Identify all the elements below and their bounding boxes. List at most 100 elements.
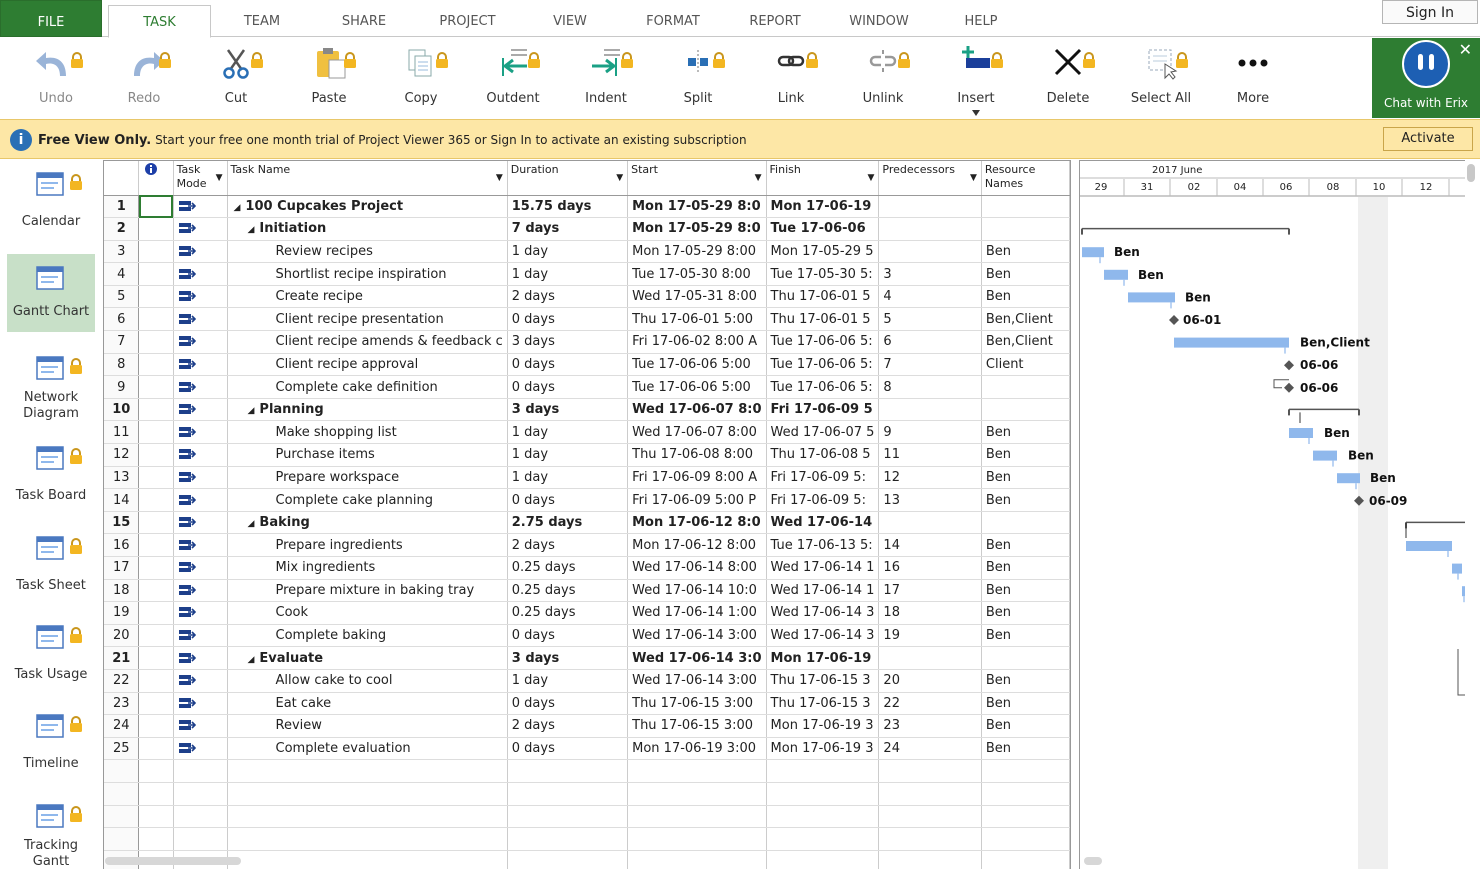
- row-number[interactable]: 15: [104, 511, 140, 535]
- sort-arrow-icon[interactable]: ▼: [616, 171, 623, 185]
- empty-cell[interactable]: [766, 827, 880, 851]
- empty-cell[interactable]: [766, 759, 880, 783]
- task-mode-cell[interactable]: [173, 195, 228, 219]
- task-name-cell[interactable]: ◢ Planning: [227, 398, 508, 422]
- chat-with-erix-panel[interactable]: ✕ Chat with Erix: [1372, 38, 1480, 118]
- finish-cell[interactable]: Thu 17-06-15 3: [766, 669, 880, 693]
- start-cell[interactable]: Wed 17-05-31 8:00: [627, 285, 767, 309]
- start-cell[interactable]: Fri 17-06-09 5:00 P: [627, 488, 767, 512]
- task-mode-cell[interactable]: [173, 330, 228, 354]
- empty-row[interactable]: [104, 850, 1070, 869]
- start-cell[interactable]: Wed 17-06-07 8:0: [627, 398, 767, 422]
- empty-cell[interactable]: [138, 782, 174, 806]
- indicator-cell[interactable]: [138, 601, 174, 625]
- task-mode-cell[interactable]: [173, 262, 228, 286]
- resource-names-cell[interactable]: Ben: [981, 669, 1070, 693]
- task-mode-cell[interactable]: [173, 556, 228, 580]
- indicator-cell[interactable]: [138, 195, 174, 219]
- empty-cell[interactable]: [507, 827, 629, 851]
- task-mode-cell[interactable]: [173, 217, 228, 241]
- row-number[interactable]: 11: [104, 420, 140, 445]
- row-number[interactable]: 14: [104, 488, 140, 512]
- duration-cell[interactable]: 1 day: [507, 669, 629, 693]
- task-mode-cell[interactable]: [173, 692, 228, 716]
- task-row[interactable]: 11 Make shopping list 1 day Wed 17-06-07 8:…: [104, 420, 1070, 445]
- task-row[interactable]: 15 ◢ Baking 2.75 days Mon 17-06-12 8:0 Wed 17…: [104, 511, 1070, 535]
- duration-cell[interactable]: 0.25 days: [507, 601, 629, 625]
- finish-cell[interactable]: Fri 17-06-09 5: [766, 398, 880, 422]
- duration-cell[interactable]: 2 days: [507, 714, 629, 738]
- task-name-cell[interactable]: Prepare mixture in baking tray: [227, 579, 508, 603]
- duration-cell[interactable]: 1 day: [507, 420, 629, 445]
- view-task-sheet[interactable]: Task Sheet: [7, 524, 95, 602]
- start-header[interactable]: Start ▼: [627, 161, 767, 196]
- start-cell[interactable]: Tue 17-06-06 5:00: [627, 353, 767, 377]
- start-cell[interactable]: Mon 17-06-19 3:00: [627, 737, 767, 761]
- start-cell[interactable]: Tue 17-05-30 8:00: [627, 262, 767, 286]
- view-gantt-chart[interactable]: Gantt Chart: [7, 254, 95, 332]
- predecessors-cell[interactable]: 4: [878, 285, 982, 309]
- finish-cell[interactable]: Thu 17-06-01 5: [766, 285, 880, 309]
- copy-button[interactable]: Copy: [375, 38, 467, 118]
- duration-cell[interactable]: 15.75 days: [507, 195, 629, 219]
- finish-cell[interactable]: Mon 17-06-19: [766, 195, 880, 219]
- predecessors-cell[interactable]: 18: [878, 601, 982, 625]
- predecessors-cell[interactable]: 5: [878, 307, 982, 332]
- empty-cell[interactable]: [981, 805, 1070, 829]
- row-number[interactable]: 24: [104, 714, 140, 738]
- resource-names-cell[interactable]: [981, 398, 1070, 422]
- task-mode-cell[interactable]: [173, 420, 228, 445]
- row-number[interactable]: 17: [104, 556, 140, 580]
- start-cell[interactable]: Tue 17-06-06 5:00: [627, 375, 767, 399]
- tab-share[interactable]: SHARE: [323, 0, 405, 37]
- duration-cell[interactable]: 3 days: [507, 646, 629, 670]
- indicator-cell[interactable]: [138, 307, 174, 332]
- resource-names-cell[interactable]: Ben: [981, 443, 1070, 467]
- task-name-cell[interactable]: Prepare ingredients: [227, 533, 508, 557]
- view-task-board[interactable]: Task Board: [7, 434, 95, 512]
- duration-cell[interactable]: 0.25 days: [507, 556, 629, 580]
- empty-cell[interactable]: [507, 759, 629, 783]
- finish-cell[interactable]: Wed 17-06-07 5: [766, 420, 880, 445]
- predecessors-cell[interactable]: [878, 240, 982, 264]
- start-cell[interactable]: Mon 17-05-29 8:00: [627, 240, 767, 264]
- start-cell[interactable]: Thu 17-06-15 3:00: [627, 714, 767, 738]
- resource-names-cell[interactable]: Ben: [981, 737, 1070, 761]
- task-name-cell[interactable]: ◢ Initiation: [227, 217, 508, 241]
- indicator-cell[interactable]: [138, 624, 174, 648]
- task-mode-cell[interactable]: [173, 353, 228, 377]
- row-number[interactable]: 10: [104, 398, 140, 422]
- resource-names-cell[interactable]: [981, 646, 1070, 670]
- paste-button[interactable]: Paste: [283, 38, 375, 118]
- task-name-cell[interactable]: Mix ingredients: [227, 556, 508, 580]
- indicator-cell[interactable]: [138, 285, 174, 309]
- start-cell[interactable]: Wed 17-06-14 3:0: [627, 646, 767, 670]
- empty-cell[interactable]: [627, 850, 767, 869]
- finish-cell[interactable]: Tue 17-06-06 5:: [766, 330, 880, 354]
- task-row[interactable]: 4 Shortlist recipe inspiration 1 day Tue 17…: [104, 262, 1070, 286]
- task-mode-cell[interactable]: [173, 307, 228, 332]
- start-cell[interactable]: Wed 17-06-14 1:00: [627, 601, 767, 625]
- indicator-cell[interactable]: [138, 466, 174, 490]
- task-row[interactable]: 23 Eat cake 0 days Thu 17-06-15 3:00 Thu 17-…: [104, 692, 1070, 716]
- predecessors-cell[interactable]: 3: [878, 262, 982, 286]
- resource-names-cell[interactable]: Ben: [981, 556, 1070, 580]
- duration-cell[interactable]: 2.75 days: [507, 511, 629, 535]
- empty-cell[interactable]: [227, 805, 508, 829]
- task-name-cell[interactable]: Cook: [227, 601, 508, 625]
- indicator-cell[interactable]: [138, 533, 174, 557]
- row-number[interactable]: 7: [104, 330, 140, 354]
- row-number[interactable]: [104, 759, 140, 783]
- finish-cell[interactable]: Thu 17-06-01 5: [766, 307, 880, 332]
- duration-cell[interactable]: 2 days: [507, 285, 629, 309]
- empty-cell[interactable]: [627, 805, 767, 829]
- task-row[interactable]: 9 Complete cake definition 0 days Tue 17-06…: [104, 375, 1070, 399]
- empty-cell[interactable]: [507, 805, 629, 829]
- start-cell[interactable]: Mon 17-05-29 8:0: [627, 217, 767, 241]
- task-name-cell[interactable]: Shortlist recipe inspiration: [227, 262, 508, 286]
- predecessors-cell[interactable]: 6: [878, 330, 982, 354]
- task-row[interactable]: 21 ◢ Evaluate 3 days Wed 17-06-14 3:0 Mon 17-…: [104, 646, 1070, 670]
- finish-cell[interactable]: Mon 17-06-19 3: [766, 714, 880, 738]
- predecessors-header[interactable]: Predecessors ▼: [878, 161, 982, 196]
- task-mode-cell[interactable]: [173, 737, 228, 761]
